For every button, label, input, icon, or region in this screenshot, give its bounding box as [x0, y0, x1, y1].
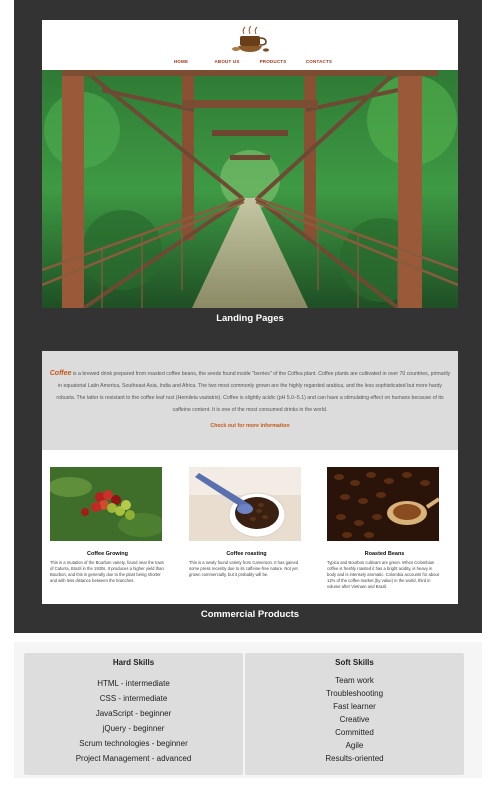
skill-item: Team work — [335, 676, 374, 685]
nav-contacts[interactable]: CONTACTS — [296, 59, 342, 64]
product-card: Coffee roasting This is a newly found va… — [189, 467, 304, 578]
product-description: This is a newly found variety from Camer… — [189, 560, 299, 578]
landing-page-screenshot[interactable]: HOME ABOUT US PRODUCTS CONTACTS — [42, 20, 458, 308]
skill-item: Project Management - advanced — [75, 754, 192, 763]
commercial-products-screenshot[interactable]: Coffee is a brewed drink prepared from r… — [42, 351, 458, 604]
intro-section: Coffee is a brewed drink prepared from r… — [42, 351, 458, 450]
product-title: Roasted Beans — [364, 551, 405, 557]
nav-home[interactable]: HOME — [158, 59, 204, 64]
site-header: HOME ABOUT US PRODUCTS CONTACTS — [42, 20, 458, 70]
site-nav: HOME ABOUT US PRODUCTS CONTACTS — [42, 59, 458, 64]
caption-commercial-products: Commercial Products — [200, 609, 300, 620]
nav-products[interactable]: PRODUCTS — [250, 59, 296, 64]
product-description: This is a mutation of the Bourbon variet… — [50, 560, 164, 584]
soft-skills-title: Soft Skills — [335, 658, 374, 667]
nav-about-us[interactable]: ABOUT US — [204, 59, 250, 64]
product-title: Coffee Growing — [87, 551, 128, 557]
skill-item: CSS - intermediate — [99, 694, 168, 703]
skill-item: JavaScript - beginner — [95, 709, 172, 718]
skill-item: Troubleshooting — [325, 689, 384, 698]
soft-skills-card: Soft Skills Team work Troubleshooting Fa… — [245, 653, 464, 775]
coffee-roasting-image — [189, 467, 301, 541]
hero-bridge-image — [42, 70, 458, 308]
caption-landing-pages: Landing Pages — [216, 313, 284, 324]
roasted-beans-image — [327, 467, 441, 541]
skill-item: Committed — [335, 728, 374, 737]
skill-item: Creative — [339, 715, 370, 724]
more-info-link[interactable]: Check out for more information — [210, 420, 289, 432]
intro-paragraph: Coffee is a brewed drink prepared from r… — [48, 368, 452, 416]
hard-skills-card: Hard Skills HTML - intermediate CSS - in… — [24, 653, 243, 775]
hard-skills-list: HTML - intermediate CSS - intermediate J… — [24, 676, 243, 766]
skill-item: Results-oriented — [325, 754, 384, 763]
hard-skills-title: Hard Skills — [112, 658, 155, 667]
skill-item: Fast learner — [333, 702, 376, 711]
skill-item: Scrum technologies - beginner — [79, 739, 188, 748]
product-title: Coffee roasting — [226, 551, 267, 557]
skill-item: HTML - intermediate — [97, 679, 170, 688]
coffee-logo-icon — [232, 25, 269, 52]
product-card: Coffee Growing This is a mutation of the… — [48, 467, 166, 584]
product-card: Roasted Beans Typica and Bourbon cultiva… — [327, 467, 442, 590]
soft-skills-list: Team work Troubleshooting Fast learner C… — [245, 674, 464, 765]
skill-item: Agile — [345, 741, 364, 750]
intro-brand: Coffee — [49, 370, 72, 377]
skills-section: Hard Skills HTML - intermediate CSS - in… — [14, 642, 482, 778]
intro-text: is a brewed drink prepared from roasted … — [56, 371, 451, 413]
coffee-cherries-image — [48, 467, 166, 541]
product-description: Typica and Bourbon cultivars are green. … — [327, 560, 439, 590]
products-section: Coffee Growing This is a mutation of the… — [42, 450, 458, 604]
skill-item: jQuery - beginner — [102, 724, 165, 733]
